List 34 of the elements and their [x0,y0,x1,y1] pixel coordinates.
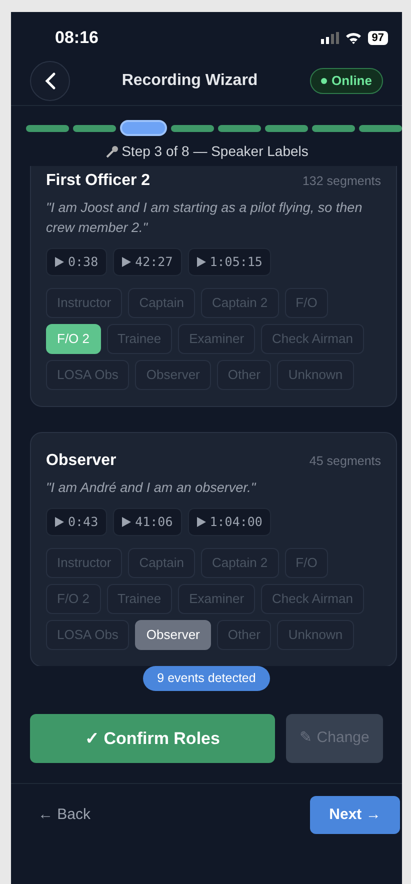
step-label: Step 3 of 8 — Speaker Labels [11,141,402,162]
play-icon [55,517,64,527]
play-clip-button[interactable]: 1:05:15 [188,248,272,276]
speaker-name: First Officer 2 [46,171,150,191]
play-icon [122,257,132,267]
wifi-icon [344,32,362,44]
play-clip-button[interactable]: 42:27 [113,248,182,276]
role-chip[interactable]: F/O 2 [46,324,101,354]
play-icon [122,517,132,527]
play-clip-button[interactable]: 0:43 [46,508,108,536]
microphone-icon [104,145,119,160]
back-link[interactable]: ← Back [38,804,91,826]
signal-icon [320,32,339,44]
status-pill: Online [310,68,383,94]
speaker-quote: "I am André and I am an observer." [46,479,257,497]
battery-level: 97 [368,31,388,45]
segment-count: 132 segments [302,173,381,190]
play-clip-button[interactable]: 41:06 [113,508,182,536]
play-icon [196,257,206,267]
role-chip[interactable]: Observer [135,620,211,650]
chevron-left-icon [44,72,56,90]
screen-title: Recording Wizard [122,70,258,90]
speaker-name: Observer [46,451,116,471]
back-button[interactable] [30,60,70,100]
confirm-button[interactable]: ✓ Confirm Roles [30,714,275,763]
speaker-quote: "I am Joost and I am starting as a pilot flying, so then crew member 2." [46,199,364,237]
events-badge: 9 events detected [143,666,270,691]
play-icon [196,517,206,527]
status-time: 08:16 [55,27,98,50]
play-icon [55,257,64,267]
play-clip-button[interactable]: 0:38 [46,248,108,276]
next-button[interactable]: Next → [310,796,400,834]
segment-count: 45 segments [309,453,381,470]
play-clip-button[interactable]: 1:04:00 [188,508,272,536]
